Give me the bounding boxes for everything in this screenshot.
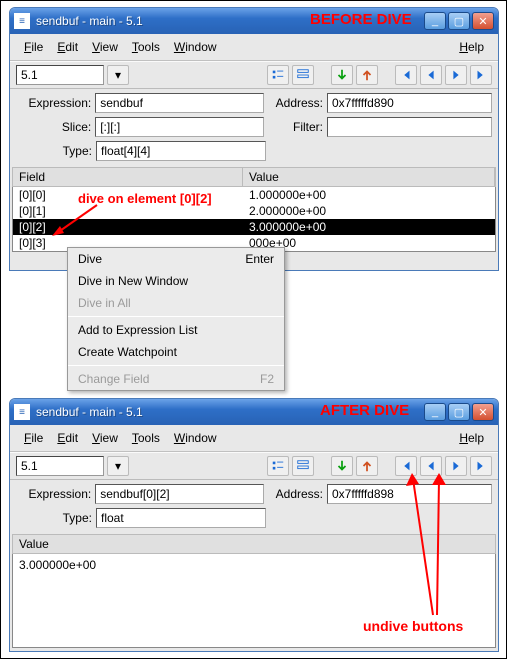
type-input[interactable] bbox=[96, 141, 266, 161]
maximize-button[interactable]: ▢ bbox=[448, 12, 470, 30]
window-title: sendbuf - main - 5.1 bbox=[36, 14, 424, 28]
undive-prev-icon[interactable] bbox=[420, 456, 442, 476]
thread-combo[interactable]: 5.1 bbox=[16, 456, 104, 476]
window-before: BEFORE DIVE ≡ sendbuf - main - 5.1 _ ▢ ✕… bbox=[9, 7, 499, 271]
minimize-button[interactable]: _ bbox=[424, 12, 446, 30]
toolbar: 5.1 ▾ bbox=[10, 61, 498, 89]
menu-window[interactable]: Window bbox=[168, 38, 223, 56]
nav-first-icon[interactable] bbox=[395, 65, 417, 85]
menu-file[interactable]: File bbox=[18, 38, 49, 56]
titlebar: ≡ sendbuf - main - 5.1 _ ▢ ✕ bbox=[10, 399, 498, 425]
view-icon-2[interactable] bbox=[292, 456, 314, 476]
dive-up-icon[interactable] bbox=[356, 456, 378, 476]
table-row[interactable]: [0][0] 1.000000e+00 bbox=[13, 187, 495, 203]
menu-edit[interactable]: Edit bbox=[51, 429, 84, 447]
filter-input[interactable] bbox=[327, 117, 492, 137]
ctx-add-expression[interactable]: Add to Expression List bbox=[68, 319, 284, 341]
menubar: File Edit View Tools Window Help bbox=[10, 34, 498, 61]
menu-view[interactable]: View bbox=[86, 38, 124, 56]
maximize-button[interactable]: ▢ bbox=[448, 403, 470, 421]
dive-down-icon[interactable] bbox=[331, 456, 353, 476]
value-body: 3.000000e+00 bbox=[12, 554, 496, 648]
titlebar: ≡ sendbuf - main - 5.1 _ ▢ ✕ bbox=[10, 8, 498, 34]
ctx-separator bbox=[68, 316, 284, 317]
slice-input[interactable] bbox=[95, 117, 263, 137]
address-label: Address: bbox=[268, 487, 323, 501]
undive-first-icon[interactable] bbox=[395, 456, 417, 476]
menu-window[interactable]: Window bbox=[168, 429, 223, 447]
menu-tools[interactable]: Tools bbox=[126, 429, 166, 447]
value-text: 3.000000e+00 bbox=[19, 558, 489, 572]
table-body: [0][0] 1.000000e+00 [0][1] 2.000000e+00 … bbox=[12, 187, 496, 252]
type-label: Type: bbox=[16, 144, 92, 158]
combo-dropdown-button[interactable]: ▾ bbox=[107, 456, 129, 476]
ctx-dive-all: Dive in All bbox=[68, 292, 284, 314]
menubar: File Edit View Tools Window Help bbox=[10, 425, 498, 452]
type-label: Type: bbox=[16, 511, 92, 525]
view-icon-2[interactable] bbox=[292, 65, 314, 85]
col-value[interactable]: Value bbox=[243, 168, 495, 186]
nav-next-icon[interactable] bbox=[445, 456, 467, 476]
ctx-create-watchpoint[interactable]: Create Watchpoint bbox=[68, 341, 284, 363]
address-input[interactable] bbox=[327, 484, 492, 504]
ctx-change-field: Change Field F2 bbox=[68, 368, 284, 390]
app-icon: ≡ bbox=[14, 404, 30, 420]
ctx-dive[interactable]: Dive Enter bbox=[68, 248, 284, 270]
menu-tools[interactable]: Tools bbox=[126, 38, 166, 56]
dive-up-icon[interactable] bbox=[356, 65, 378, 85]
slice-label: Slice: bbox=[16, 120, 91, 134]
dive-down-icon[interactable] bbox=[331, 65, 353, 85]
window-title: sendbuf - main - 5.1 bbox=[36, 405, 424, 419]
expression-input[interactable] bbox=[95, 484, 263, 504]
menu-edit[interactable]: Edit bbox=[51, 38, 84, 56]
menu-view[interactable]: View bbox=[86, 429, 124, 447]
ctx-dive-new-window[interactable]: Dive in New Window bbox=[68, 270, 284, 292]
type-input[interactable] bbox=[96, 508, 266, 528]
address-label: Address: bbox=[268, 96, 323, 110]
table-header: Field Value bbox=[12, 167, 496, 187]
menu-file[interactable]: File bbox=[18, 429, 49, 447]
window-buttons: _ ▢ ✕ bbox=[424, 12, 494, 30]
app-icon: ≡ bbox=[14, 13, 30, 29]
expression-input[interactable] bbox=[95, 93, 263, 113]
nav-last-icon[interactable] bbox=[470, 456, 492, 476]
toolbar: 5.1 ▾ bbox=[10, 452, 498, 480]
combo-dropdown-button[interactable]: ▾ bbox=[107, 65, 129, 85]
close-button[interactable]: ✕ bbox=[472, 403, 494, 421]
ctx-separator bbox=[68, 365, 284, 366]
field-panel: Expression: Address: Slice: Filter: Type… bbox=[10, 89, 498, 167]
address-input[interactable] bbox=[327, 93, 492, 113]
menu-help[interactable]: Help bbox=[453, 38, 490, 56]
expression-label: Expression: bbox=[16, 487, 91, 501]
nav-next-icon[interactable] bbox=[445, 65, 467, 85]
context-menu: Dive Enter Dive in New Window Dive in Al… bbox=[67, 247, 285, 391]
close-button[interactable]: ✕ bbox=[472, 12, 494, 30]
view-icon-1[interactable] bbox=[267, 456, 289, 476]
thread-combo[interactable]: 5.1 bbox=[16, 65, 104, 85]
view-icon-1[interactable] bbox=[267, 65, 289, 85]
nav-prev-icon[interactable] bbox=[420, 65, 442, 85]
col-field[interactable]: Field bbox=[13, 168, 243, 186]
expression-label: Expression: bbox=[16, 96, 91, 110]
field-panel: Expression: Address: Type: bbox=[10, 480, 498, 534]
minimize-button[interactable]: _ bbox=[424, 403, 446, 421]
menu-help[interactable]: Help bbox=[453, 429, 490, 447]
value-header: Value bbox=[12, 534, 496, 554]
nav-last-icon[interactable] bbox=[470, 65, 492, 85]
table-row-selected[interactable]: [0][2] 3.000000e+00 bbox=[13, 219, 495, 235]
filter-label: Filter: bbox=[268, 120, 323, 134]
window-after: AFTER DIVE ≡ sendbuf - main - 5.1 _ ▢ ✕ … bbox=[9, 398, 499, 652]
table-row[interactable]: [0][1] 2.000000e+00 bbox=[13, 203, 495, 219]
